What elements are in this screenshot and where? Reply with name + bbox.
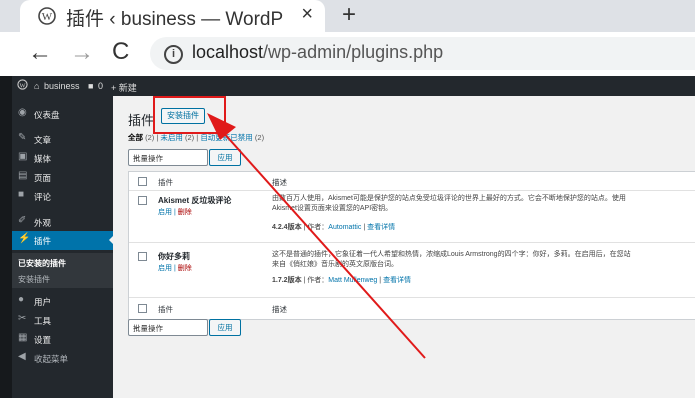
annotation-arrow (207, 113, 426, 359)
